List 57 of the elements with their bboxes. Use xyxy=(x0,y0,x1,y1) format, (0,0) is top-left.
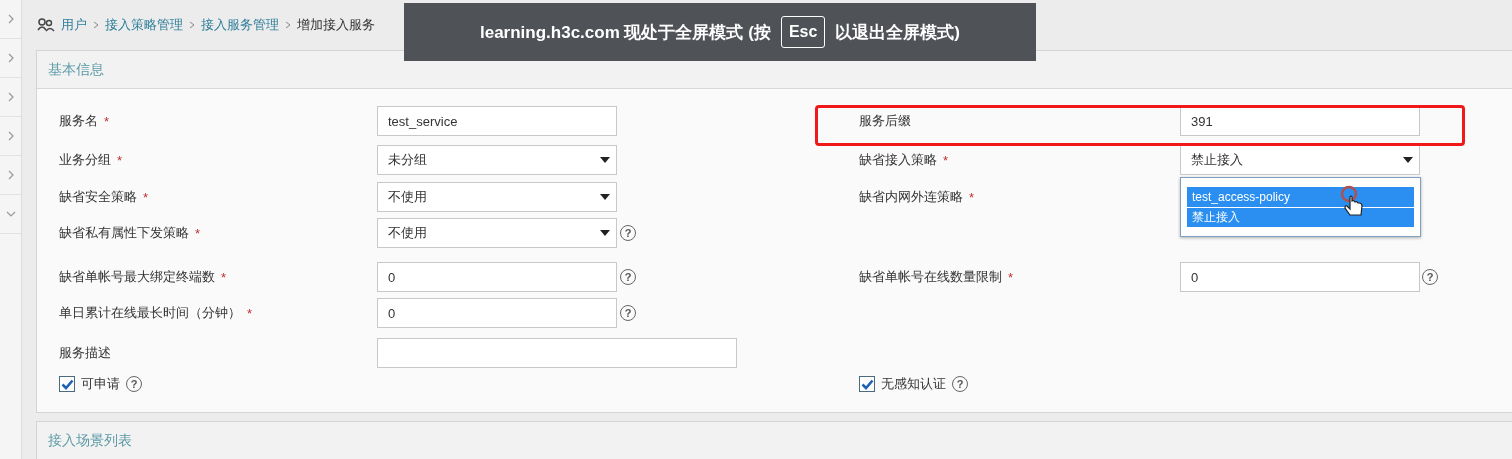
dropdown[interactable]: 禁止接入 xyxy=(1180,145,1420,175)
field-label: 单日累计在线最长时间（分钟） xyxy=(59,304,241,322)
chevron-right-icon[interactable] xyxy=(6,14,15,24)
field-label: 缺省接入策略 xyxy=(859,151,937,169)
field-label: 缺省单帐号最大绑定终端数 xyxy=(59,268,215,286)
checkbox-label: 无感知认证 xyxy=(881,375,946,393)
section-title: 基本信息 xyxy=(48,60,104,79)
checkbox-label: 可申请 xyxy=(81,375,120,393)
chevron-right-icon[interactable] xyxy=(6,92,15,102)
checkbox[interactable] xyxy=(859,376,875,392)
dropdown[interactable]: 未分组 xyxy=(377,145,617,175)
required-mark: * xyxy=(943,152,949,168)
required-mark: * xyxy=(1008,269,1014,285)
breadcrumb-link[interactable]: 接入策略管理 xyxy=(105,16,183,34)
text-field[interactable]: test_service xyxy=(377,106,617,136)
text-field[interactable]: 391 xyxy=(1180,106,1420,136)
caret-icon xyxy=(1403,157,1413,163)
required-mark: * xyxy=(247,305,253,321)
checkbox[interactable] xyxy=(59,376,75,392)
caret-icon xyxy=(600,194,610,200)
chevron-down-icon[interactable] xyxy=(5,210,16,218)
text-field[interactable]: 0 xyxy=(377,262,617,292)
required-mark: * xyxy=(969,189,975,205)
key-cap: Esc xyxy=(780,16,826,48)
section-title: 接入场景列表 xyxy=(48,432,132,450)
caret-icon xyxy=(600,230,610,236)
field-label: 服务名 xyxy=(59,112,98,130)
required-mark: * xyxy=(195,225,201,241)
field-label: 服务描述 xyxy=(59,344,111,362)
chevron-right-icon[interactable] xyxy=(6,170,15,180)
required-mark: * xyxy=(143,189,149,205)
field-label: 服务后缀 xyxy=(859,112,911,130)
chevron-right-icon[interactable] xyxy=(6,53,15,63)
required-mark: * xyxy=(104,113,110,129)
field-label: 缺省内网外连策略 xyxy=(859,188,963,206)
users-icon xyxy=(37,18,55,32)
breadcrumb-link[interactable]: 接入服务管理 xyxy=(201,16,279,34)
caret-icon xyxy=(600,157,610,163)
field-label: 缺省私有属性下发策略 xyxy=(59,224,189,242)
separator-icon xyxy=(189,19,195,31)
breadcrumb-link[interactable]: 用户 xyxy=(61,16,87,34)
field-label: 缺省单帐号在线数量限制 xyxy=(859,268,1002,286)
dropdown[interactable]: 不使用 xyxy=(377,182,617,212)
field-label: 业务分组 xyxy=(59,151,111,169)
breadcrumb-current: 增加接入服务 xyxy=(297,16,375,34)
field-label: 缺省安全策略 xyxy=(59,188,137,206)
text-field[interactable] xyxy=(377,338,737,368)
separator-icon xyxy=(93,19,99,31)
text-field[interactable]: 0 xyxy=(1180,262,1420,292)
chevron-right-icon[interactable] xyxy=(6,131,15,141)
required-mark: * xyxy=(221,269,227,285)
separator-icon xyxy=(285,19,291,31)
notice-text: learning.h3c.com 现处于全屏模式 (按 xyxy=(479,21,771,44)
notice-text: 以退出全屏模式) xyxy=(835,21,961,44)
required-mark: * xyxy=(117,152,123,168)
dropdown[interactable]: 不使用 xyxy=(377,218,617,248)
text-field[interactable]: 0 xyxy=(377,298,617,328)
